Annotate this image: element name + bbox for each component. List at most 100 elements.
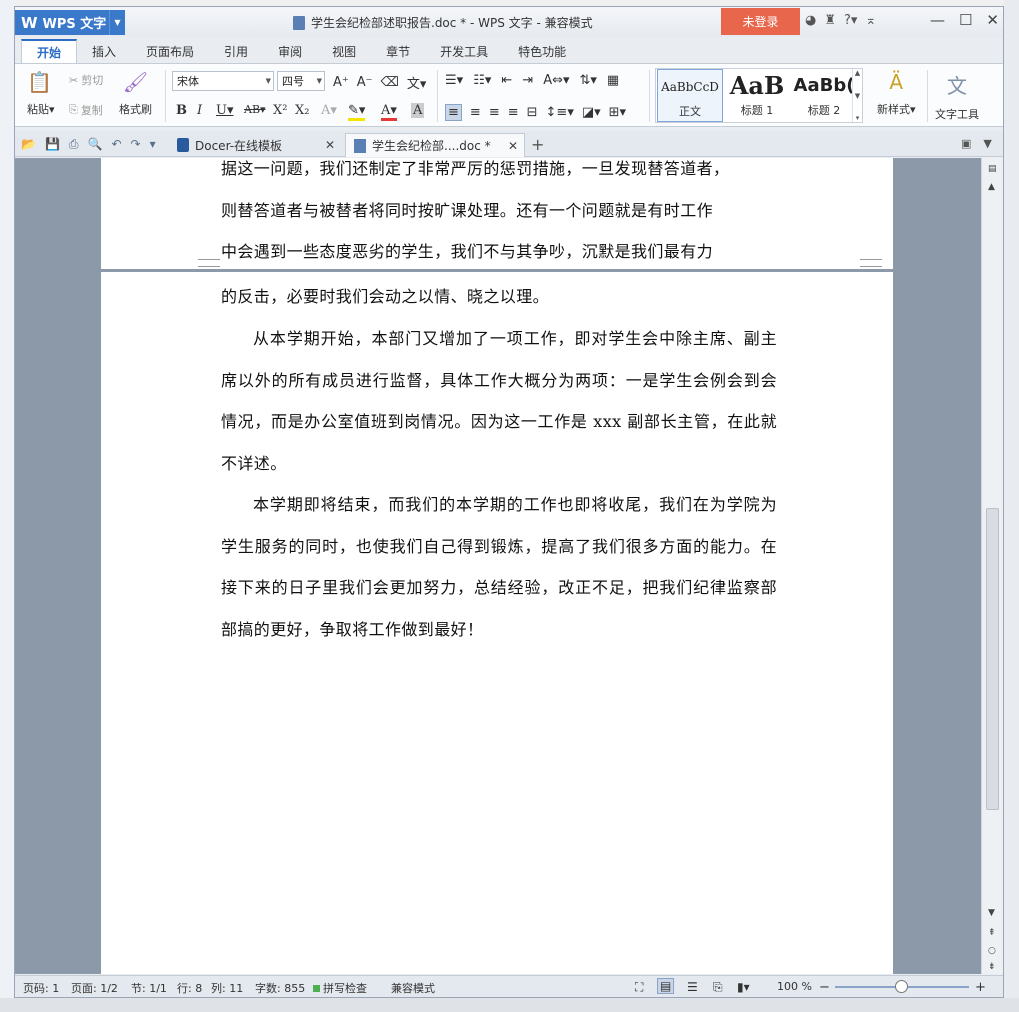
distribute-icon[interactable]: ⊟ <box>527 105 538 120</box>
zoom-in-icon[interactable]: + <box>975 980 986 995</box>
border-icon[interactable]: ⊞▾ <box>609 105 626 120</box>
increase-indent-icon[interactable]: ⇥ <box>522 73 533 88</box>
maximize-icon[interactable]: ☐ <box>959 11 972 29</box>
line-spacing-icon[interactable]: ↕≡▾ <box>546 105 574 120</box>
sort-icon[interactable]: ⇅▾ <box>580 73 597 88</box>
skin-icon[interactable]: ◕ <box>805 13 816 28</box>
help-icon[interactable]: ?▾ <box>844 13 857 28</box>
status-word-count[interactable]: 字数: 855 <box>255 980 305 996</box>
customize-quick-access-icon[interactable]: ▾ <box>150 137 156 152</box>
scroll-up-icon[interactable]: ▲ <box>988 182 995 192</box>
app-menu-button[interactable]: W WPS 文字 ▼ <box>15 10 125 35</box>
full-screen-icon[interactable]: ⛶ <box>635 980 643 995</box>
close-icon[interactable]: ✕ <box>508 139 518 153</box>
tab-page-layout[interactable]: 页面布局 <box>131 39 209 63</box>
docer-icon <box>177 138 189 152</box>
reading-mode-icon[interactable]: ▮▾ <box>737 980 750 994</box>
font-color-icon[interactable]: A▾ <box>381 103 397 121</box>
print-icon[interactable]: ⎙ <box>69 137 79 152</box>
split-view-icon[interactable]: ▤ <box>988 164 997 174</box>
text-tools-button[interactable]: 文 文字工具 <box>935 70 979 122</box>
strikethrough-icon[interactable]: AB▾ <box>244 103 266 116</box>
chevron-down-icon[interactable]: ▼ <box>109 10 125 35</box>
spell-check-toggle[interactable]: 拼写检查 <box>313 980 367 996</box>
tab-review[interactable]: 审阅 <box>263 39 317 63</box>
superscript-icon[interactable]: X² <box>273 103 287 118</box>
document-canvas[interactable]: 据这一问题，我们还制定了非常严厉的惩罚措施，一旦发现替答道者， 则替答道者与被替… <box>15 158 981 974</box>
align-right-icon[interactable]: ≡ <box>489 105 500 120</box>
zoom-slider-handle[interactable] <box>895 980 908 993</box>
table-icon[interactable]: ▦ <box>607 73 619 88</box>
minimize-icon[interactable]: — <box>930 11 945 29</box>
cut-button[interactable]: ✂ 剪切 <box>69 72 103 88</box>
shirt-icon[interactable]: ♜ <box>824 13 836 28</box>
align-left-icon[interactable]: ≡ <box>445 104 462 121</box>
font-size-select[interactable]: 四号 ▼ <box>277 71 325 91</box>
shading-icon[interactable]: ◪▾ <box>582 105 601 120</box>
copy-label: 复制 <box>80 104 103 117</box>
new-style-button[interactable]: Ä 新样式▾ <box>877 70 916 117</box>
bullet-list-icon[interactable]: ☰▾ <box>445 73 463 88</box>
page-view-icon[interactable]: ▤ <box>657 978 675 994</box>
tab-menu-icon[interactable]: ▼ <box>983 137 991 150</box>
underline-icon[interactable]: U▾ <box>216 103 233 118</box>
tab-list-icon[interactable]: ▣ <box>961 137 971 150</box>
outline-view-icon[interactable]: ☰ <box>687 980 698 994</box>
italic-icon[interactable]: I <box>197 103 202 118</box>
save-icon[interactable]: 💾 <box>45 137 60 152</box>
status-col: 列: 11 <box>211 982 244 995</box>
tab-developer[interactable]: 开发工具 <box>425 39 503 63</box>
zoom-level[interactable]: 100 % <box>777 980 812 993</box>
char-shading-icon[interactable]: A <box>411 103 425 118</box>
doc-tab-docer[interactable]: Docer-在线模板 ✕ <box>169 133 341 157</box>
char-scale-icon[interactable]: A⇔▾ <box>543 73 569 88</box>
undo-icon[interactable]: ↶ <box>111 137 121 152</box>
style-heading-2[interactable]: AaBb( 标题 2 <box>791 69 857 122</box>
open-icon[interactable]: 📂 <box>21 137 36 152</box>
style-gallery-scroll[interactable]: ▲ ▼ ▾ <box>852 69 862 122</box>
redo-icon[interactable]: ↷ <box>131 137 141 152</box>
clear-format-icon[interactable]: ⌫ <box>381 75 399 90</box>
justify-icon[interactable]: ≡ <box>508 105 519 120</box>
status-page[interactable]: 页面: 1/2 <box>71 980 118 996</box>
close-icon[interactable]: ✕ <box>325 138 335 152</box>
tab-insert[interactable]: 插入 <box>77 39 131 63</box>
vertical-scrollbar[interactable]: ▤ ▲ ▼ ⇞ ○ ⇟ <box>981 158 1003 974</box>
zoom-out-icon[interactable]: − <box>819 980 830 995</box>
font-name-select[interactable]: 宋体 ▼ <box>172 71 274 91</box>
previous-page-icon[interactable]: ⇞ <box>988 928 996 938</box>
grow-font-icon[interactable]: A⁺ <box>333 75 349 90</box>
tab-view[interactable]: 视图 <box>317 39 371 63</box>
web-view-icon[interactable]: ⎘ <box>713 980 723 995</box>
style-heading-1[interactable]: AaB 标题 1 <box>724 69 790 122</box>
paste-button[interactable]: 📋 粘贴▾ <box>27 70 55 117</box>
phonetic-icon[interactable]: 文▾ <box>407 73 427 92</box>
highlight-icon[interactable]: ✎▾ <box>348 103 366 121</box>
tab-chapter[interactable]: 章节 <box>371 39 425 63</box>
browse-object-icon[interactable]: ○ <box>988 946 996 956</box>
decrease-indent-icon[interactable]: ⇤ <box>501 73 512 88</box>
shrink-font-icon[interactable]: A⁻ <box>357 75 373 90</box>
style-normal[interactable]: AaBbCcD 正文 <box>657 69 723 122</box>
bold-icon[interactable]: B <box>176 103 187 118</box>
next-page-icon[interactable]: ⇟ <box>988 962 996 972</box>
doc-tab-report[interactable]: 学生会纪检部....doc * ✕ <box>345 133 525 157</box>
text-effect-icon[interactable]: A▾ <box>321 103 337 118</box>
tab-home[interactable]: 开始 <box>21 39 78 63</box>
scrollbar-thumb[interactable] <box>986 508 999 810</box>
tab-references[interactable]: 引用 <box>209 39 263 63</box>
print-preview-icon[interactable]: 🔍 <box>88 137 103 152</box>
login-button[interactable]: 未登录 <box>721 8 800 35</box>
collapse-ribbon-icon[interactable]: ⌅ <box>865 13 876 28</box>
format-painter-button[interactable]: 🖌 格式刷 <box>119 70 152 117</box>
new-tab-button[interactable]: + <box>531 135 544 154</box>
close-icon[interactable]: ✕ <box>986 11 999 29</box>
align-center-icon[interactable]: ≡ <box>470 105 481 120</box>
tab-special[interactable]: 特色功能 <box>503 39 581 63</box>
window-title-text: 学生会纪检部述职报告.doc * - WPS 文字 - 兼容模式 <box>311 16 593 30</box>
scroll-down-icon[interactable]: ▼ <box>988 908 995 918</box>
numbered-list-icon[interactable]: ☷▾ <box>473 73 491 88</box>
subscript-icon[interactable]: X₂ <box>295 103 309 118</box>
copy-button[interactable]: ⎘ 复制 <box>69 102 103 118</box>
spell-check-status-icon <box>313 985 320 992</box>
